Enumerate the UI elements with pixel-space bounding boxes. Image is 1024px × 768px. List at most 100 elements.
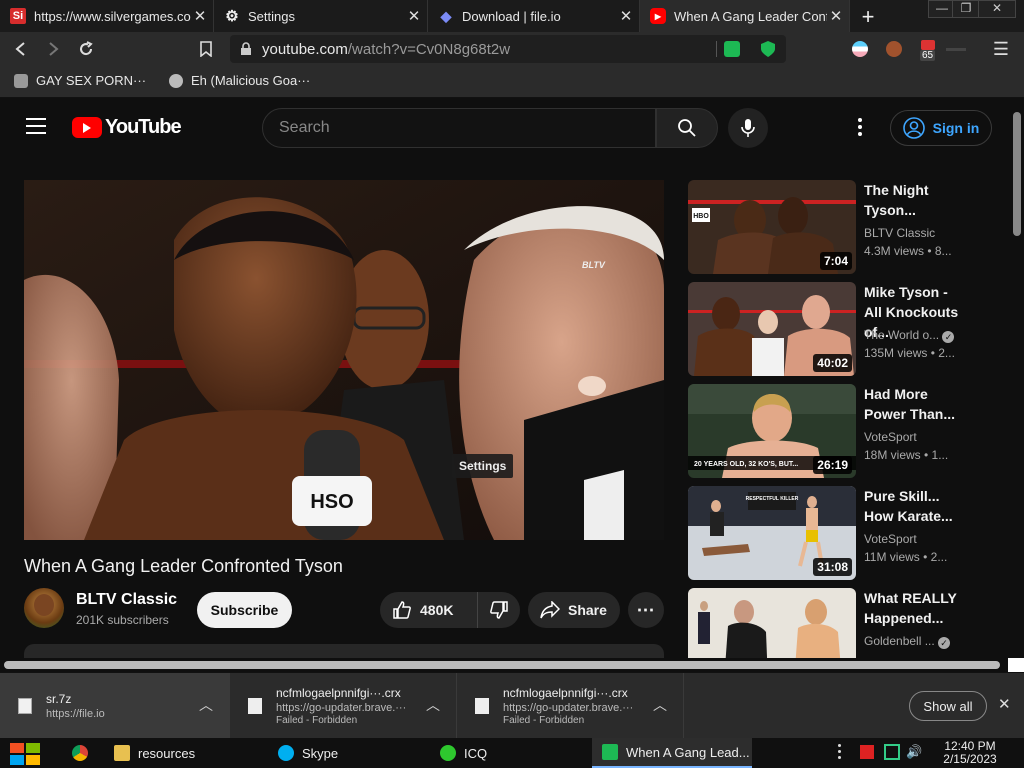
volume-icon[interactable]: 🔊	[906, 744, 922, 760]
channel-name[interactable]: The World o... ✓	[864, 328, 955, 343]
download-filename: ncfmlogaelpnnifgi···.crx	[503, 686, 628, 700]
bookmark-label: Eh (Malicious Goa···	[191, 73, 311, 88]
close-tab-icon[interactable]: ✕	[827, 7, 845, 25]
video-meta: 11M views • 2...	[864, 550, 948, 564]
like-count: 480K	[420, 602, 454, 618]
download-item[interactable]: ncfmlogaelpnnifgi···.crx https://go-upda…	[457, 673, 684, 739]
bookmark-icon[interactable]	[195, 38, 217, 60]
channel-name-text: Goldenbell ...	[864, 634, 935, 648]
close-tab-icon[interactable]: ✕	[405, 7, 423, 25]
recommended-video[interactable]: HBO 7:04 The Night Tyson... BLTV Classic…	[688, 180, 998, 274]
video-thumbnail[interactable]: 20 YEARS OLD, 32 KO'S, BUT... 26:19	[688, 384, 856, 478]
maximize-button[interactable]: ❐	[952, 0, 980, 18]
vertical-scroll-thumb[interactable]	[1013, 112, 1021, 236]
subscribe-button[interactable]: Subscribe	[197, 592, 292, 628]
recommended-video[interactable]: 20 YEARS OLD, 32 KO'S, BUT... 26:19 Had …	[688, 384, 998, 478]
voice-search-button[interactable]	[728, 108, 768, 148]
video-thumbnail[interactable]: HBO 7:04	[688, 180, 856, 274]
profile-flag-icon[interactable]	[852, 41, 868, 57]
search-button[interactable]	[656, 108, 718, 148]
tab-settings[interactable]: ⚙ Settings ✕	[214, 0, 428, 32]
taskbar-browser[interactable]: When A Gang Lead...	[592, 738, 752, 768]
video-thumbnail[interactable]: RESPECTFUL KILLER 31:08	[688, 486, 856, 580]
flag-tray-icon[interactable]	[860, 745, 874, 759]
download-item[interactable]: ncfmlogaelpnnifgi···.crx https://go-upda…	[230, 673, 457, 739]
like-button[interactable]: 480K	[380, 592, 478, 628]
forward-icon[interactable]	[42, 38, 64, 60]
dislike-button[interactable]	[478, 592, 520, 628]
brave-rewards-icon[interactable]: 65	[918, 40, 938, 61]
channel-name[interactable]: BLTV Classic	[864, 226, 935, 240]
download-item[interactable]: sr.7z https://file.io ︿	[0, 673, 230, 739]
tab-title: https://www.silvergames.co	[34, 8, 191, 24]
recommended-video[interactable]: What REALLY Happened... Goldenbell ... ✓	[688, 588, 998, 658]
new-tab-button[interactable]: +	[856, 4, 880, 30]
back-icon[interactable]	[10, 38, 32, 60]
description-box[interactable]	[24, 644, 664, 658]
badge-caption: RESPECTFUL KILLER	[746, 496, 799, 502]
horizontal-scroll-thumb[interactable]	[4, 661, 1000, 669]
recommended-video[interactable]: 40:02 Mike Tyson - All Knockouts of... T…	[688, 282, 998, 376]
video-duration: 40:02	[813, 354, 852, 372]
vertical-scrollbar[interactable]	[1010, 98, 1024, 658]
close-window-button[interactable]: ✕	[978, 0, 1016, 18]
tab-youtube-active[interactable]: ▶ When A Gang Leader Confr ✕	[640, 0, 850, 32]
bookmark-item[interactable]: GAY SEX PORN···	[14, 73, 146, 88]
horizontal-scrollbar[interactable]	[0, 658, 1024, 672]
chevron-up-icon[interactable]: ︿	[426, 695, 440, 715]
video-title[interactable]: Had More Power Than...	[864, 384, 964, 424]
bookmark-item[interactable]: Eh (Malicious Goa···	[169, 73, 310, 88]
youtube-logo[interactable]: YouTube	[72, 116, 182, 139]
video-title[interactable]: What REALLY Happened...	[864, 588, 964, 628]
tab-fileio[interactable]: ◆ Download | file.io ✕	[428, 0, 640, 32]
close-tab-icon[interactable]: ✕	[191, 7, 209, 25]
icq-icon	[440, 745, 456, 761]
reload-icon[interactable]	[75, 38, 97, 60]
menu-icon[interactable]: ☰	[990, 38, 1012, 60]
share-label: Share	[568, 602, 607, 618]
tab-silvergames[interactable]: Si https://www.silvergames.co ✕	[0, 0, 214, 32]
video-player[interactable]: HSO BLTV Settings	[24, 180, 664, 540]
chevron-up-icon[interactable]: ︿	[653, 695, 667, 715]
more-options-icon[interactable]	[858, 118, 862, 136]
video-title[interactable]: Pure Skill... How Karate...	[864, 486, 964, 526]
hamburger-menu-icon[interactable]	[26, 118, 46, 134]
more-actions-button[interactable]: ⋯	[628, 592, 664, 628]
network-tray-icon[interactable]	[884, 744, 900, 760]
youtube-header: YouTube Search Sign in	[0, 98, 1010, 156]
channel-name[interactable]: VoteSport	[864, 430, 917, 444]
avatar-extension-icon[interactable]	[886, 41, 902, 57]
recommended-video[interactable]: RESPECTFUL KILLER 31:08 Pure Skill... Ho…	[688, 486, 998, 580]
search-input[interactable]: Search	[262, 108, 656, 148]
share-button[interactable]: Share	[528, 592, 620, 628]
show-all-button[interactable]: Show all	[909, 691, 987, 721]
tray-overflow-icon[interactable]	[838, 744, 844, 759]
download-source: https://file.io	[46, 708, 105, 720]
close-shelf-icon[interactable]: ✕	[998, 695, 1011, 713]
address-bar[interactable]: youtube.com/watch?v=Cv0N8g68t2w	[230, 35, 786, 63]
start-button[interactable]	[10, 743, 42, 765]
taskbar-chrome[interactable]	[62, 738, 102, 768]
taskbar-skype[interactable]: Skype	[268, 738, 428, 768]
channel-name[interactable]: BLTV Classic	[76, 591, 177, 609]
close-tab-icon[interactable]: ✕	[617, 7, 635, 25]
extension-icon[interactable]	[724, 41, 740, 57]
channel-name[interactable]: Goldenbell ... ✓	[864, 634, 951, 649]
taskbar-icq[interactable]: ICQ	[430, 738, 590, 768]
watermark-text: BLTV	[582, 260, 606, 270]
download-source: https://go-updater.brave.···	[276, 702, 407, 714]
channel-avatar[interactable]	[24, 588, 64, 628]
system-clock[interactable]: 12:40 PM 2/15/2023	[930, 740, 1010, 766]
video-meta: 18M views • 1...	[864, 448, 949, 462]
chevron-up-icon[interactable]: ︿	[199, 695, 213, 715]
video-thumbnail[interactable]	[688, 588, 856, 658]
video-thumbnail[interactable]: 40:02	[688, 282, 856, 376]
clock-date: 2/15/2023	[943, 752, 997, 766]
taskbar-resources[interactable]: resources	[104, 738, 264, 768]
extension-badge: 65	[920, 50, 936, 61]
video-title[interactable]: The Night Tyson...	[864, 180, 964, 220]
video-duration: 26:19	[813, 456, 852, 474]
shield-icon[interactable]	[760, 40, 776, 62]
sign-in-button[interactable]: Sign in	[890, 110, 992, 146]
channel-name[interactable]: VoteSport	[864, 532, 917, 546]
